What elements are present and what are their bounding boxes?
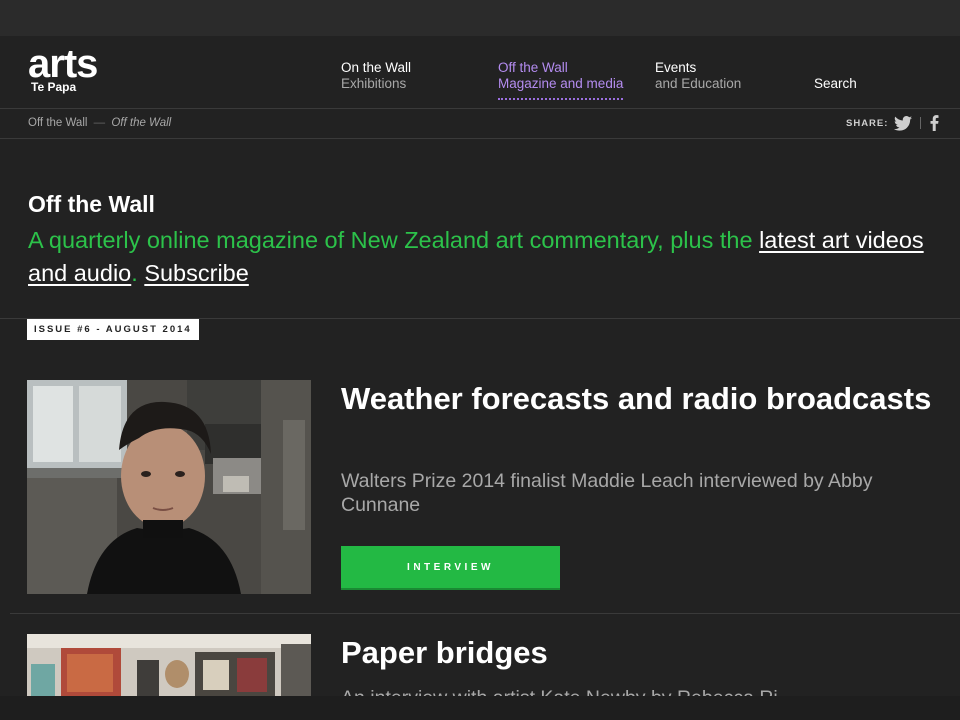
article-title[interactable]: Paper bridges	[341, 635, 548, 670]
intro-period: .	[131, 260, 145, 286]
breadcrumb-parent[interactable]: Off the Wall	[28, 117, 87, 129]
browser-top-strip	[0, 0, 960, 36]
nav-item-title: On the Wall	[341, 60, 412, 75]
nav-item-title: Events	[655, 60, 697, 75]
share-bar: SHARE:	[846, 115, 939, 131]
logo-wordmark: arts	[28, 42, 98, 86]
article-image-portrait[interactable]	[27, 380, 311, 594]
breadcrumb-separator: —	[93, 117, 106, 129]
nav-item-subtitle: Exhibitions	[341, 76, 407, 91]
share-label: SHARE:	[846, 117, 889, 129]
article-divider	[10, 613, 960, 614]
nav-search-link[interactable]: Search	[814, 76, 857, 91]
article-title[interactable]: Weather forecasts and radio broadcasts	[341, 381, 931, 416]
nav-item-on-the-wall[interactable]: On the Wall Exhibitions	[341, 60, 411, 92]
breadcrumb: Off the Wall — Off the Wall	[28, 117, 171, 129]
intro-text: A quarterly online magazine of New Zeala…	[28, 227, 760, 253]
site-logo[interactable]: arts Te Papa	[28, 42, 98, 94]
nav-item-subtitle: Magazine and media	[498, 76, 624, 91]
page-intro: A quarterly online magazine of New Zeala…	[28, 224, 933, 290]
nav-item-off-the-wall[interactable]: Off the Wall Magazine and media	[498, 60, 624, 100]
browser-bottom-strip	[0, 696, 960, 720]
nav-item-events[interactable]: Events and Education	[655, 60, 741, 92]
header-divider	[0, 108, 960, 109]
breadcrumb-current: Off the Wall	[111, 117, 172, 129]
article-description: An interview with artist Kate Newby by R…	[341, 686, 931, 696]
interview-button[interactable]: INTERVIEW	[341, 546, 560, 590]
share-separator	[920, 117, 922, 129]
issue-badge: ISSUE #6 - AUGUST 2014	[27, 319, 199, 340]
nav-item-title: Off the Wall	[498, 60, 568, 75]
article-image-studio[interactable]	[27, 634, 311, 696]
subscribe-link[interactable]: Subscribe	[144, 260, 249, 286]
page-title: Off the Wall	[28, 191, 155, 217]
nav-item-subtitle: and Education	[655, 76, 742, 91]
facebook-icon[interactable]	[930, 115, 939, 131]
article-description: Walters Prize 2014 finalist Maddie Leach…	[341, 470, 873, 516]
twitter-icon[interactable]	[894, 115, 913, 131]
breadcrumb-divider	[0, 138, 960, 139]
page: arts Te Papa On the Wall Exhibitions Off…	[0, 36, 960, 696]
